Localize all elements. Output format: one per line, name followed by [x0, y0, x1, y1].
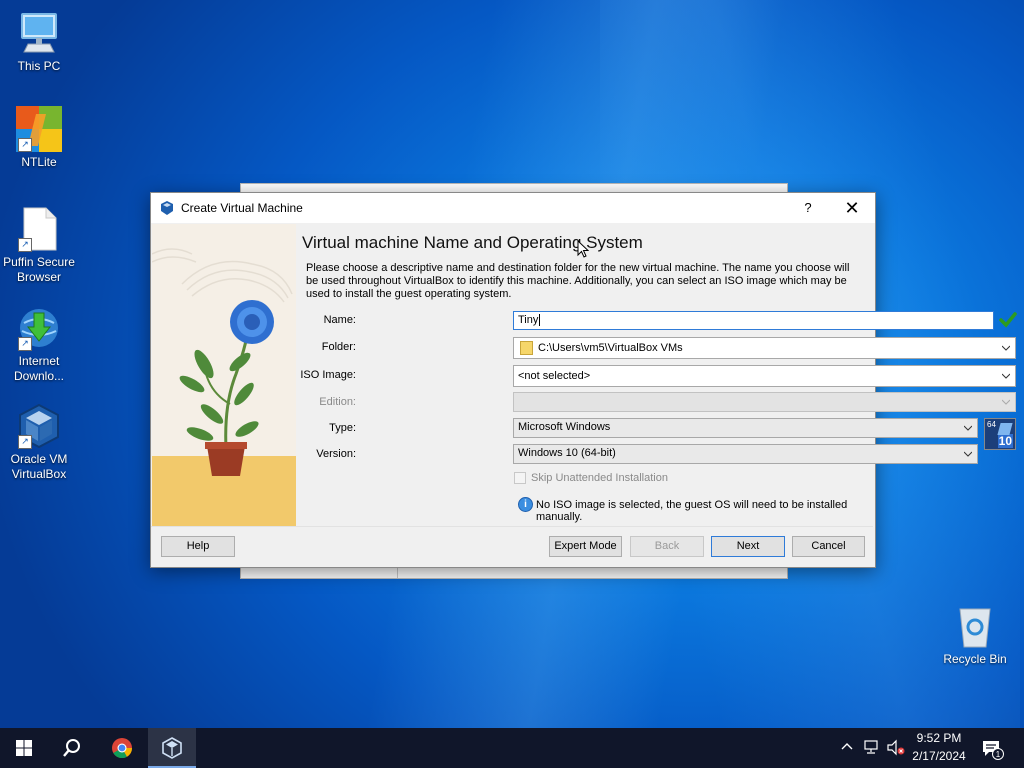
- search-button[interactable]: [48, 728, 96, 768]
- help-title-button[interactable]: ?: [791, 196, 825, 220]
- iso-label: ISO Image:: [300, 369, 356, 381]
- desktop-icon-ntlite[interactable]: ↗ NTLite: [1, 106, 77, 170]
- shortcut-arrow-icon: ↗: [18, 238, 32, 252]
- virtualbox-icon: [162, 737, 182, 759]
- folder-label: Folder:: [321, 341, 356, 353]
- folder-icon: [520, 341, 533, 355]
- desktop-icon-label: Recycle Bin: [943, 652, 1007, 666]
- desktop-icon-label: Oracle VM VirtualBox: [10, 452, 68, 481]
- mouse-cursor-icon: [577, 239, 590, 258]
- edition-label: Edition:: [319, 396, 356, 408]
- virtualbox-icon: ↗: [16, 403, 62, 449]
- name-input[interactable]: Tiny: [513, 311, 994, 330]
- taskbar-virtualbox[interactable]: [148, 728, 196, 768]
- windows-logo-icon: [16, 740, 32, 756]
- expert-mode-button[interactable]: Expert Mode: [549, 536, 622, 557]
- chevron-down-icon: [964, 451, 972, 457]
- chrome-icon: [112, 738, 133, 759]
- help-button[interactable]: Help: [161, 536, 235, 557]
- os-type-icon: 64 10: [984, 418, 1016, 450]
- valid-check-icon: [999, 311, 1017, 329]
- version-select[interactable]: Windows 10 (64-bit): [513, 444, 978, 464]
- version-label: Version:: [316, 448, 356, 460]
- title-bar[interactable]: Create Virtual Machine ? ✕: [151, 193, 875, 223]
- taskbar: 9:52 PM 2/17/2024 1: [0, 728, 1024, 768]
- create-vm-dialog: Create Virtual Machine ? ✕ Virtual machi…: [150, 192, 1017, 568]
- info-message: No ISO image is selected, the guest OS w…: [536, 499, 848, 523]
- chevron-down-icon: [1002, 399, 1010, 405]
- button-bar: Help Expert Mode Back Next Cancel: [151, 526, 873, 567]
- notification-badge: 1: [992, 748, 1004, 760]
- desktop-icon-puffin[interactable]: ↗ Puffin Secure Browser: [1, 206, 77, 285]
- action-center-button[interactable]: 1: [980, 738, 1006, 760]
- desktop-icon-virtualbox[interactable]: ↗ Oracle VM VirtualBox: [1, 403, 77, 482]
- chevron-down-icon: [1002, 345, 1010, 351]
- name-label: Name:: [323, 314, 356, 326]
- desktop-icon-label: NTLite: [21, 155, 57, 169]
- back-button[interactable]: Back: [630, 536, 704, 557]
- start-button[interactable]: [0, 728, 48, 768]
- cancel-button[interactable]: Cancel: [792, 536, 865, 557]
- next-button[interactable]: Next: [711, 536, 785, 557]
- desktop-icon-this-pc[interactable]: This PC: [1, 10, 77, 74]
- wizard-illustration: [152, 224, 296, 526]
- taskbar-chrome[interactable]: [98, 728, 146, 768]
- ntlite-icon: ↗: [16, 106, 62, 152]
- chevron-down-icon: [1002, 373, 1010, 379]
- clock-date[interactable]: 2/17/2024: [910, 749, 968, 763]
- desktop-icon-label: Puffin Secure Browser: [3, 255, 75, 284]
- desktop-icon-internet-download[interactable]: ↗ Internet Downlo...: [1, 305, 77, 384]
- shortcut-arrow-icon: ↗: [18, 138, 32, 152]
- skip-unattended-label: Skip Unattended Installation: [531, 472, 668, 484]
- desktop-icon-label: Internet Downlo...: [13, 354, 65, 383]
- info-icon: i: [518, 497, 533, 512]
- folder-select[interactable]: C:\Users\vm5\VirtualBox VMs: [513, 337, 1016, 359]
- virtualbox-icon: [160, 201, 174, 215]
- search-icon: [63, 739, 80, 757]
- desktop-icon-recycle-bin[interactable]: Recycle Bin: [937, 603, 1013, 667]
- type-label: Type:: [329, 422, 356, 434]
- page-description: Please choose a descriptive name and des…: [306, 262, 850, 300]
- show-hidden-icons-chevron-up-icon[interactable]: [840, 740, 854, 754]
- chevron-down-icon: [964, 425, 972, 431]
- skip-unattended-checkbox[interactable]: [514, 472, 526, 484]
- dialog-title: Create Virtual Machine: [181, 201, 303, 215]
- volume-muted-icon[interactable]: [886, 739, 906, 757]
- type-select[interactable]: Microsoft Windows: [513, 418, 978, 438]
- clock-time[interactable]: 9:52 PM: [910, 731, 968, 745]
- network-icon[interactable]: [862, 739, 880, 755]
- page-title: Virtual machine Name and Operating Syste…: [302, 233, 643, 252]
- globe-download-icon: ↗: [16, 305, 62, 351]
- shortcut-arrow-icon: ↗: [18, 337, 32, 351]
- edition-select[interactable]: [513, 392, 1016, 412]
- iso-select[interactable]: <not selected>: [513, 365, 1016, 387]
- shortcut-arrow-icon: ↗: [18, 435, 32, 449]
- recycle-bin-icon: [952, 603, 998, 649]
- wizard-page: Virtual machine Name and Operating Syste…: [300, 224, 1017, 526]
- file-icon: ↗: [16, 206, 62, 252]
- monitor-icon: [16, 10, 62, 56]
- desktop-icon-label: This PC: [17, 59, 61, 73]
- close-button[interactable]: ✕: [835, 196, 869, 220]
